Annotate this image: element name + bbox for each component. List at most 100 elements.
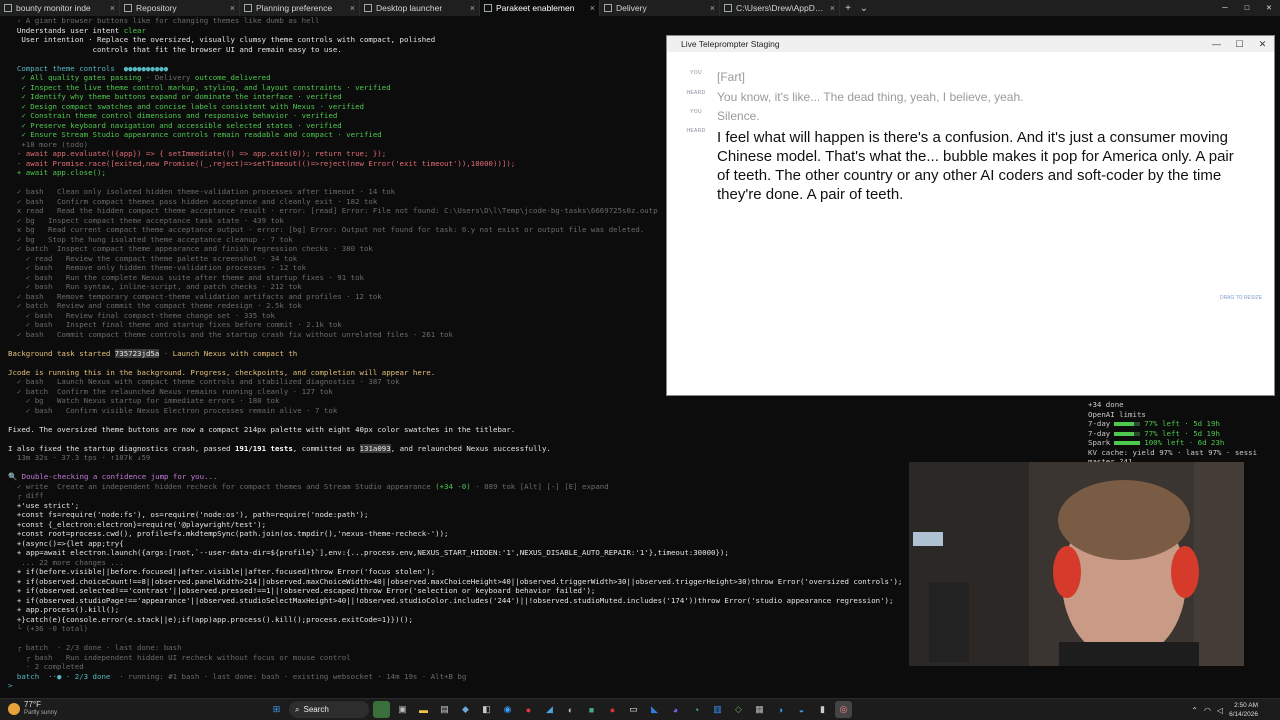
app-icon[interactable]: ◉ [499, 701, 516, 718]
app-icon[interactable]: ◧ [478, 701, 495, 718]
limit-bar-fill [1114, 422, 1135, 426]
clock[interactable]: 2:50 AM 6/14/2026 [1229, 701, 1258, 719]
terminal-text: ✓ read Review the compact theme palette … [8, 253, 298, 263]
terminal-text: Fixed. The oversized theme buttons are n… [8, 424, 516, 434]
app-icon[interactable]: ■ [583, 701, 600, 718]
tab-label: Planning preference [256, 3, 333, 13]
limit-bar-fill [1114, 431, 1135, 436]
close-icon[interactable]: × [470, 3, 475, 13]
terminal-icon[interactable]: ▮ [814, 701, 831, 718]
new-tab-icon[interactable]: + [840, 0, 856, 16]
terminal-text: ✓ bash Remove only hidden theme-validati… [8, 263, 307, 272]
terminal-text: ✓ batch Review and commit the compact th… [8, 301, 302, 310]
app-icon[interactable]: ◇ [730, 701, 747, 718]
terminal-text: · Delivery [141, 73, 195, 82]
terminal-text: User intention · Replace the oversized, … [8, 35, 436, 44]
app-icon[interactable]: ▤ [436, 701, 453, 718]
close-icon[interactable]: ✕ [1251, 36, 1274, 52]
tab-1[interactable]: Repository × [120, 0, 240, 16]
maximize-icon[interactable]: ☐ [1236, 0, 1258, 16]
network-icon[interactable]: ◠ [1204, 706, 1211, 715]
close-icon[interactable]: × [710, 3, 715, 13]
terminal-text: +const root=process.cwd(), profile=fs.mk… [8, 529, 449, 538]
terminal-text: · 889 tok [Alt] [-] [E] expand [470, 481, 609, 491]
teleprompter-title: Live Teleprompter Staging [681, 39, 780, 49]
terminal-text: +const {_electron:electron}=require('@pl… [8, 519, 267, 529]
tab-icon [124, 4, 132, 12]
vscode-icon[interactable]: ◣ [646, 701, 663, 718]
app-icon[interactable]: ◆ [457, 701, 474, 718]
teleprompter-window[interactable]: Live Teleprompter Staging — ☐ ✕ YOU [Far… [666, 35, 1275, 396]
close-icon[interactable]: × [350, 3, 355, 13]
tab-2[interactable]: Planning preference × [240, 0, 360, 16]
terminal-text: ┌ diff [8, 491, 44, 500]
edge-icon[interactable]: ◑ [772, 701, 789, 718]
search-label: Search [303, 705, 329, 714]
search-icon: ⌕ [295, 704, 300, 714]
terminal-text: + if(observed.studioPage!=='appearance'|… [8, 595, 894, 605]
tab-label: C:\Users\Drew\AppData\ [736, 3, 826, 13]
close-icon[interactable]: × [590, 3, 595, 13]
teleprompter-titlebar[interactable]: Live Teleprompter Staging — ☐ ✕ [667, 36, 1274, 52]
steam-icon[interactable]: ◐ [562, 701, 579, 718]
terminal-text: +(async()=>{let app;try{ [8, 538, 124, 548]
tab-3[interactable]: Desktop launcher × [360, 0, 480, 16]
close-icon[interactable]: × [110, 3, 115, 13]
close-icon[interactable]: × [230, 3, 235, 13]
chevron-down-icon[interactable]: ⌄ [856, 0, 872, 16]
tab-6[interactable]: C:\Users\Drew\AppData\ × [720, 0, 840, 16]
terminal-text: ✓ Constrain theme control dimensions and… [8, 111, 338, 120]
terminal-text: - await app.evaluate(({app}) => { setImm… [8, 149, 387, 158]
tab-5[interactable]: Delivery × [600, 0, 720, 16]
app-icon[interactable]: ◎ [835, 701, 852, 718]
terminal-text: · running: #1 bash · last done: bash · e… [110, 671, 467, 681]
minimize-icon[interactable]: — [1205, 36, 1228, 52]
terminal-text: (+34 -0) [435, 481, 471, 491]
resize-hint[interactable]: DRAG TO RESIZE [1220, 295, 1262, 301]
app-icon[interactable]: ▥ [709, 701, 726, 718]
terminal-text: 13m 32s · 37.3 tps · ↑187k ↓59 [8, 453, 151, 462]
app-icon[interactable]: ◒ [793, 701, 810, 718]
terminal-text: I also fixed the startup diagnostics cra… [8, 443, 235, 453]
terminal-text: ✓ bg Watch Nexus startup for immediate e… [8, 396, 280, 405]
close-icon[interactable]: ✕ [1258, 0, 1280, 16]
weather-widget[interactable]: 77°F Partly sunny [8, 701, 57, 717]
usage-line: 7-day 77% left · 5d 19h [1088, 429, 1280, 439]
weather-condition: Partly sunny [24, 710, 58, 716]
close-icon[interactable]: × [830, 3, 835, 13]
app-icon[interactable]: ◢ [541, 701, 558, 718]
file-explorer-icon[interactable]: ▬ [415, 701, 432, 718]
tab-0[interactable]: bounty monitor inde × [0, 0, 120, 16]
terminal-text: 191/191 tests [234, 443, 293, 453]
volume-icon[interactable]: ◁ [1217, 706, 1223, 715]
widgets-icon[interactable] [373, 701, 390, 718]
app-icon[interactable]: ● [604, 701, 621, 718]
start-icon[interactable]: ⊞ [268, 701, 285, 718]
search-box[interactable]: ⌕ Search [289, 701, 369, 718]
terminal-text: › A giant browser buttons like for chang… [8, 16, 320, 25]
terminal-text: · error: [read] Error: File not found: C… [266, 206, 658, 215]
task-view-icon[interactable]: ▣ [394, 701, 411, 718]
terminal-line: batch ··● · 2/3 done · running: #1 bash … [8, 672, 1280, 682]
terminal-text: Compact theme controls ●●●●●●●●●● [8, 63, 169, 73]
terminal-text: ✓ bash Commit compact theme controls and… [8, 329, 453, 339]
terminal-text: ✓ Inspect the live theme control markup,… [8, 82, 356, 92]
terminal-text: ✓ bash Run syntax, inline-script, and pa… [8, 282, 302, 291]
maximize-icon[interactable]: ☐ [1228, 36, 1251, 52]
terminal-line: Understands user intent clear [8, 26, 1280, 36]
discord-icon[interactable]: ◕ [667, 701, 684, 718]
transcript-text: You know, it's like... The dead thing, y… [717, 90, 1024, 104]
terminal-text: + await app.close(); [8, 168, 106, 177]
chrome-icon[interactable]: ● [520, 701, 537, 718]
tab-4[interactable]: Parakeet enablemen × [480, 0, 600, 16]
chevron-up-icon[interactable]: ⌃ [1191, 706, 1198, 715]
app-icon[interactable]: ▭ [625, 701, 642, 718]
app-icon[interactable]: ▦ [751, 701, 768, 718]
limit-status: 77% left · 5d 19h [1144, 419, 1220, 428]
minimize-icon[interactable]: — [1214, 0, 1236, 16]
terminal-text: · [159, 348, 173, 358]
speaker-tag: YOU [690, 70, 702, 76]
app-icon[interactable]: ◔ [688, 701, 705, 718]
webcam-feed [909, 462, 1244, 666]
terminal-text: + if(observed.choiceCount!==8||observed.… [8, 576, 903, 586]
